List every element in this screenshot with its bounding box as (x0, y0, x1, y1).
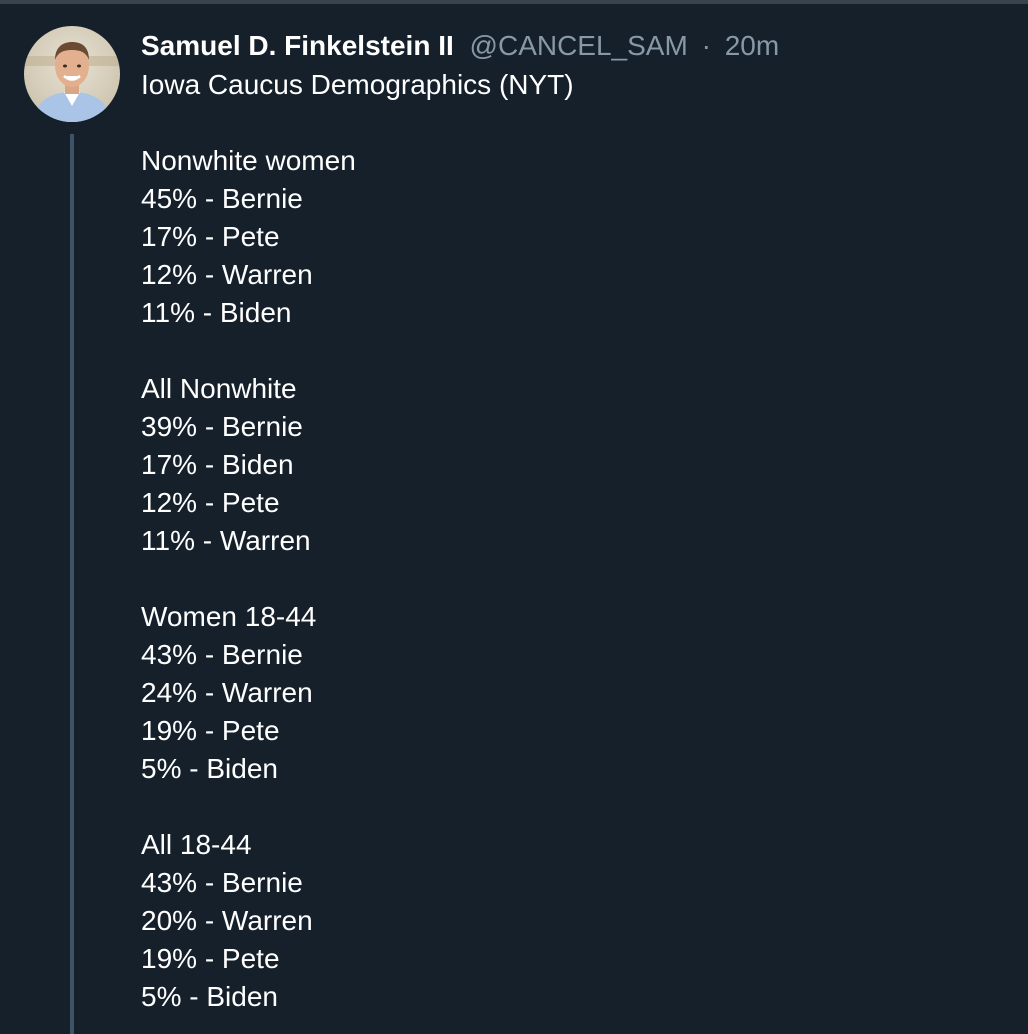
tweet-line: 19% - Pete (141, 715, 280, 746)
tweet-line: 17% - Biden (141, 449, 294, 480)
tweet-line: 45% - Bernie (141, 183, 303, 214)
tweet-line: 12% - Pete (141, 487, 280, 518)
tweet-line: 20% - Warren (141, 905, 313, 936)
display-name[interactable]: Samuel D. Finkelstein II (141, 30, 454, 61)
tweet-line: 19% - Pete (141, 943, 280, 974)
tweet-header: Samuel D. Finkelstein II @CANCEL_SAM · 2… (141, 26, 1001, 66)
avatar[interactable] (24, 26, 120, 122)
tweet-line: 43% - Bernie (141, 639, 303, 670)
tweet-line: 12% - Warren (141, 259, 313, 290)
timestamp[interactable]: 20m (725, 30, 779, 61)
tweet-line: 5% - Biden (141, 981, 278, 1012)
tweet-line: 39% - Bernie (141, 411, 303, 442)
tweet-line: 11% - Warren (141, 525, 311, 556)
thread-line (70, 134, 74, 1034)
tweet-line: 11% - Biden (141, 297, 292, 328)
tweet-line: All Nonwhite (141, 373, 297, 404)
tweet-line: Women 18-44 (141, 601, 317, 632)
user-handle[interactable]: @CANCEL_SAM (470, 30, 688, 61)
tweet[interactable]: Samuel D. Finkelstein II @CANCEL_SAM · 2… (141, 26, 1001, 1016)
tweet-line: Iowa Caucus Demographics (NYT) (141, 69, 574, 100)
tweet-line: 24% - Warren (141, 677, 313, 708)
tweet-line: 5% - Biden (141, 753, 278, 784)
separator-dot: · (701, 30, 711, 61)
tweet-line: 17% - Pete (141, 221, 280, 252)
avatar-photo (24, 26, 120, 122)
top-divider (0, 0, 1028, 4)
tweet-line: 43% - Bernie (141, 867, 303, 898)
tweet-text: Iowa Caucus Demographics (NYT) Nonwhite w… (141, 66, 1001, 1016)
tweet-line: All 18-44 (141, 829, 252, 860)
tweet-line: Nonwhite women (141, 145, 356, 176)
